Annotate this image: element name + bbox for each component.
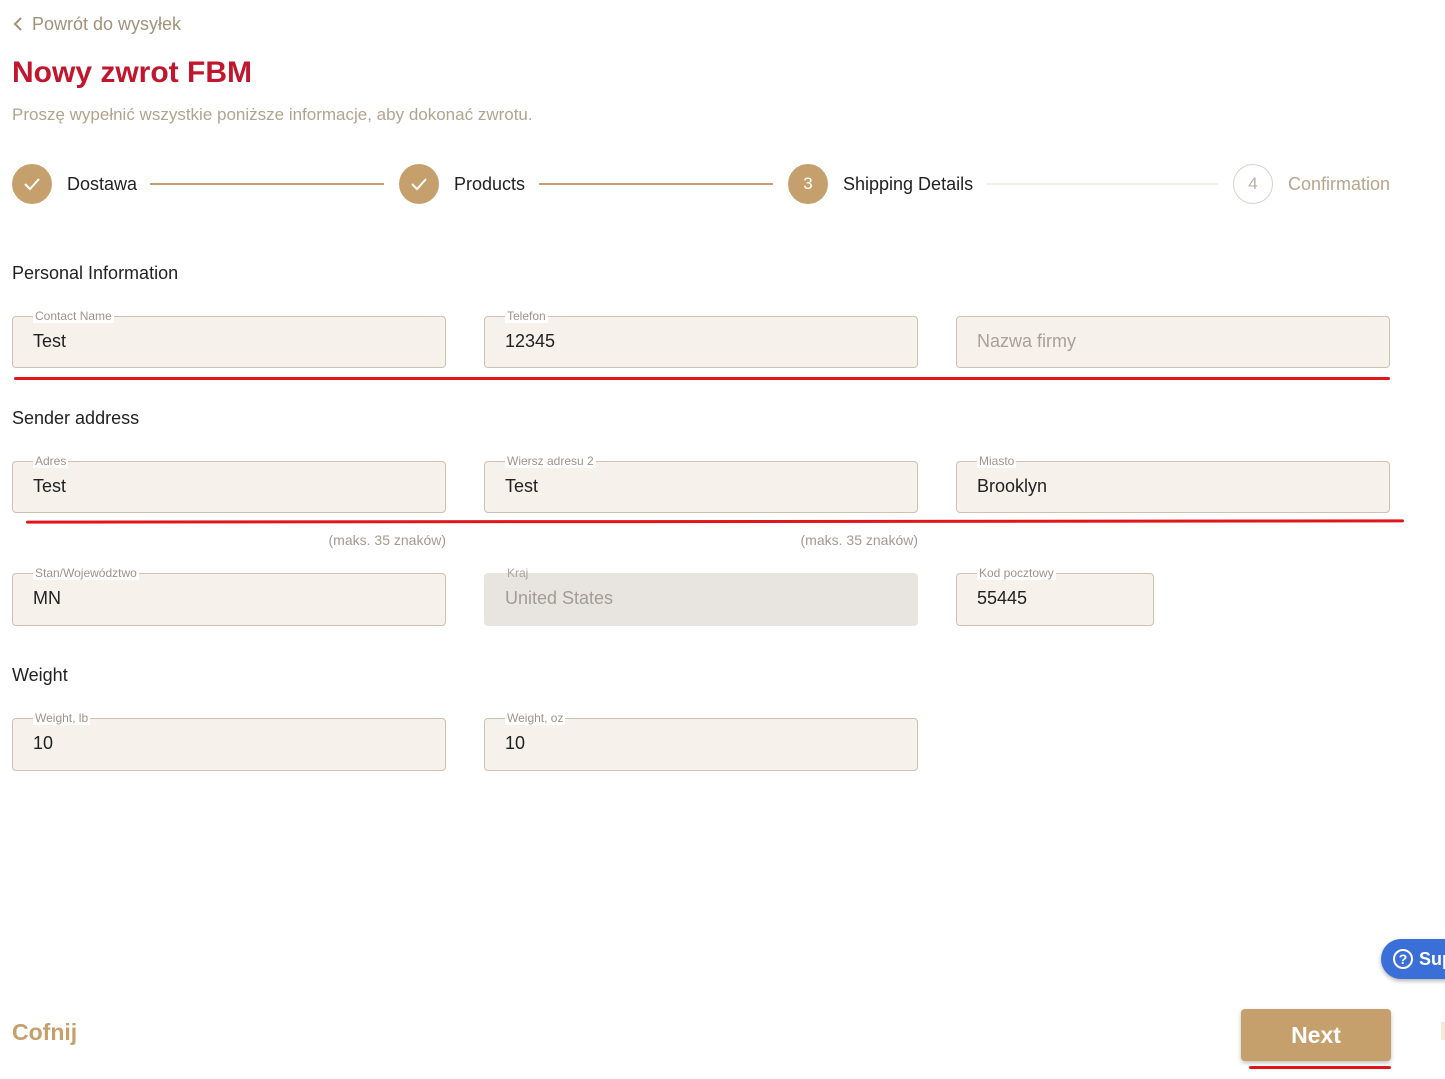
- section-title-weight: Weight: [12, 665, 68, 685]
- company-name-placeholder: Nazwa firmy: [977, 331, 1077, 351]
- step-circle-shipping-details: 3: [788, 164, 828, 204]
- weight-oz-label: Weight, oz: [505, 711, 566, 725]
- zip-code-field[interactable]: Kod pocztowy 55445: [956, 566, 1154, 626]
- back-button[interactable]: Cofnij: [12, 1019, 77, 1046]
- city-label: Miasto: [977, 454, 1017, 468]
- step-label-confirmation: Confirmation: [1288, 174, 1391, 194]
- address-line2-field[interactable]: Wiersz adresu 2 Test: [484, 454, 918, 513]
- address-label: Adres: [33, 454, 69, 468]
- page-title: Nowy zwrot FBM: [12, 56, 252, 89]
- contact-name-field[interactable]: Contact Name Test: [12, 309, 446, 368]
- address-hint: (maks. 35 znaków): [328, 532, 446, 548]
- zip-code-label: Kod pocztowy: [977, 566, 1056, 580]
- weight-lb-value: 10: [33, 733, 54, 753]
- address-value: Test: [33, 476, 67, 496]
- support-button[interactable]: ? Sup: [1381, 939, 1445, 979]
- address-line2-value: Test: [505, 476, 539, 496]
- next-button[interactable]: Next: [1241, 1009, 1391, 1061]
- state-value: MN: [33, 588, 61, 608]
- step-label-shipping-details: Shipping Details: [843, 174, 974, 194]
- help-icon: ?: [1393, 949, 1413, 969]
- company-name-field[interactable]: Nazwa firmy: [956, 316, 1390, 368]
- address-line2-hint: (maks. 35 znaków): [800, 532, 918, 548]
- phone-value: 12345: [505, 331, 556, 351]
- step-circle-confirmation: 4: [1233, 164, 1273, 204]
- address-line2-label: Wiersz adresu 2: [505, 454, 596, 468]
- contact-name-value: Test: [33, 331, 67, 351]
- support-label: Sup: [1419, 948, 1445, 969]
- weight-lb-field[interactable]: Weight, lb 10: [12, 711, 446, 771]
- address-field[interactable]: Adres Test: [12, 454, 446, 513]
- zip-code-value: 55445: [977, 588, 1028, 608]
- step-connector-3: [986, 183, 1218, 185]
- city-field[interactable]: Miasto Brooklyn: [956, 454, 1390, 513]
- step-connector-2: [539, 183, 773, 185]
- annotation-underline-next: [1249, 1066, 1391, 1069]
- section-title-sender: Sender address: [12, 408, 140, 428]
- annotation-underline-sender: [25, 519, 1405, 524]
- weight-lb-label: Weight, lb: [33, 711, 91, 725]
- step-connector-1: [150, 183, 384, 185]
- step-dostawa-check-icon: [12, 164, 52, 204]
- step-label-products: Products: [454, 174, 526, 194]
- edge-fragment: [1441, 1022, 1445, 1040]
- step-label-dostawa: Dostawa: [67, 174, 138, 194]
- country-label: Kraj: [507, 566, 529, 580]
- section-title-personal: Personal Information: [12, 263, 179, 283]
- chevron-left-icon: [13, 17, 22, 31]
- state-label: Stan/Województwo: [33, 566, 139, 580]
- annotation-underline-personal: [14, 377, 1390, 380]
- step-products-check-icon: [399, 164, 439, 204]
- contact-name-label: Contact Name: [33, 309, 114, 323]
- back-to-shipments-link[interactable]: Powrót do wysyłek: [12, 12, 181, 36]
- country-field: Kraj United States: [484, 566, 918, 626]
- phone-label: Telefon: [505, 309, 548, 323]
- back-link-label: Powrót do wysyłek: [32, 13, 182, 34]
- state-field[interactable]: Stan/Województwo MN: [12, 566, 446, 626]
- weight-oz-value: 10: [505, 733, 526, 753]
- page-subtitle: Proszę wypełnić wszystkie poniższe infor…: [12, 105, 533, 124]
- weight-oz-field[interactable]: Weight, oz 10: [484, 711, 918, 771]
- city-value: Brooklyn: [977, 476, 1048, 496]
- country-value: United States: [505, 588, 614, 608]
- phone-field[interactable]: Telefon 12345: [484, 309, 918, 368]
